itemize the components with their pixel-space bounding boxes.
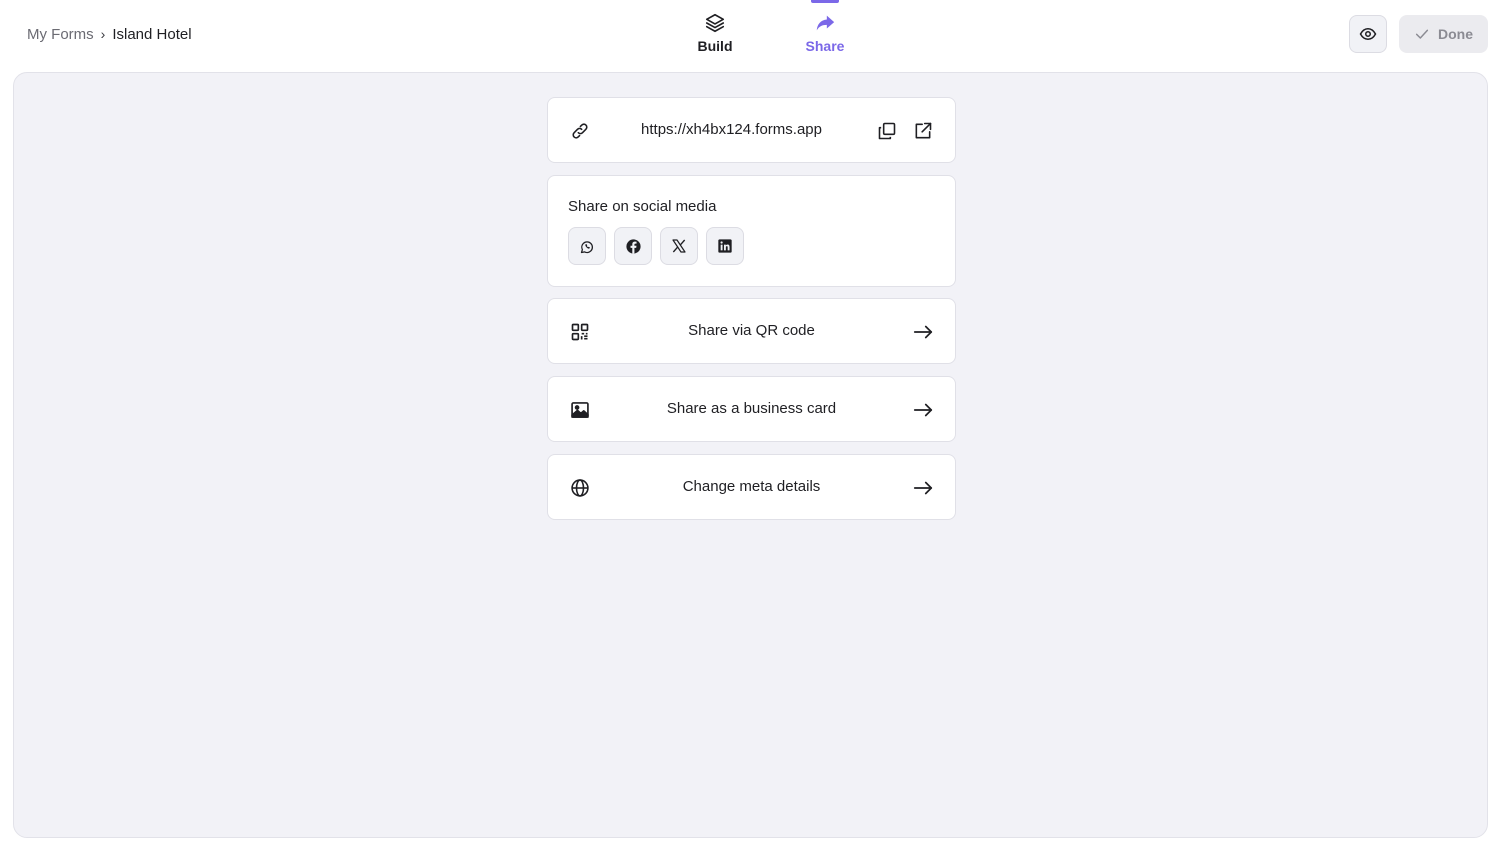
x-icon [671, 238, 687, 254]
share-business-card-label: Share as a business card [666, 400, 837, 417]
change-meta-details-label: Change meta details [682, 478, 821, 495]
link-icon [570, 121, 590, 141]
breadcrumb-current-form: Island Hotel [112, 25, 192, 43]
active-tab-indicator [811, 0, 839, 3]
tab-build-label: Build [697, 38, 733, 54]
tab-build[interactable]: Build [660, 0, 770, 70]
share-whatsapp-button[interactable] [568, 227, 606, 265]
share-link-card: https://xh4bx124.forms.app [547, 97, 956, 163]
done-button[interactable]: Done [1399, 15, 1488, 53]
tab-share[interactable]: Share [770, 0, 880, 70]
social-buttons [568, 227, 744, 265]
copy-link-button[interactable] [875, 119, 899, 143]
breadcrumb: My Forms › Island Hotel [27, 24, 192, 44]
mode-tabs: Build Share [660, 0, 880, 70]
done-label: Done [1438, 26, 1473, 42]
change-meta-details-option[interactable]: Change meta details [547, 454, 956, 520]
globe-icon [570, 478, 590, 498]
open-link-button[interactable] [911, 119, 935, 143]
arrow-right-icon [912, 399, 934, 421]
check-icon [1414, 26, 1430, 42]
share-qr-code-option[interactable]: Share via QR code [547, 298, 956, 364]
arrow-right-icon [912, 321, 934, 343]
external-link-icon [913, 121, 933, 141]
share-x-button[interactable] [660, 227, 698, 265]
preview-button[interactable] [1349, 15, 1387, 53]
share-facebook-button[interactable] [614, 227, 652, 265]
breadcrumb-my-forms[interactable]: My Forms [27, 26, 94, 43]
share-linkedin-button[interactable] [706, 227, 744, 265]
linkedin-icon [717, 238, 733, 254]
share-panel: https://xh4bx124.forms.app Share on soci… [13, 72, 1488, 838]
image-icon [570, 400, 590, 420]
share-arrow-icon [814, 12, 836, 34]
facebook-icon [625, 238, 642, 255]
share-business-card-option[interactable]: Share as a business card [547, 376, 956, 442]
eye-icon [1359, 25, 1377, 43]
social-media-title: Share on social media [568, 198, 717, 215]
top-bar: My Forms › Island Hotel Build Share Done [0, 0, 1500, 70]
qr-code-icon [570, 322, 590, 342]
arrow-right-icon [912, 477, 934, 499]
layers-icon [704, 12, 726, 34]
copy-icon [877, 121, 897, 141]
share-link-url[interactable]: https://xh4bx124.forms.app [618, 121, 845, 138]
share-qr-code-label: Share via QR code [688, 322, 815, 339]
social-media-card: Share on social media [547, 175, 956, 287]
tab-share-label: Share [805, 38, 845, 54]
whatsapp-icon [579, 238, 596, 255]
breadcrumb-separator: › [100, 26, 106, 42]
